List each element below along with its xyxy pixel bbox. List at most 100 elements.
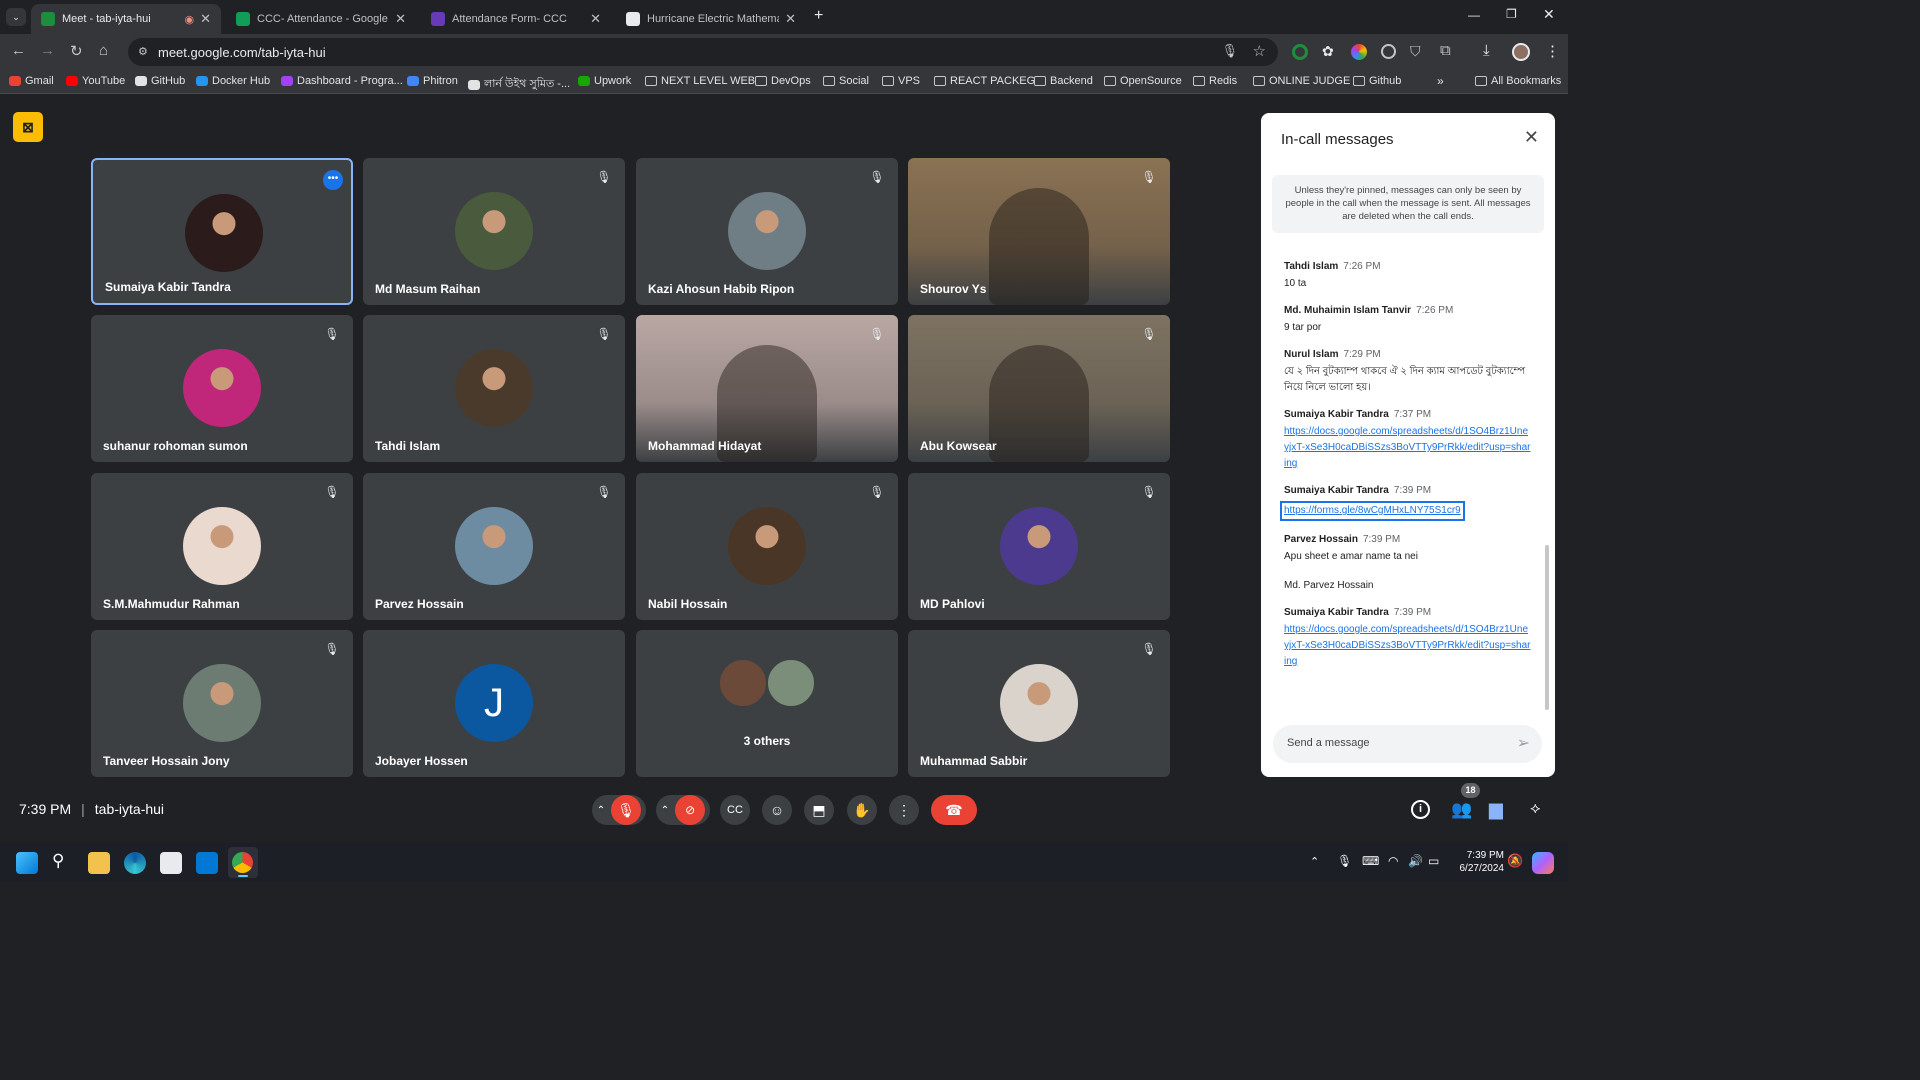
bookmark-4[interactable]: Dashboard - Progra... [281,75,403,87]
chrome-taskbar-item[interactable] [228,847,258,878]
close-panel-button[interactable]: ✕ [1524,127,1539,148]
keyboard-icon[interactable]: ⌨ [1362,854,1379,868]
tab-search-button[interactable]: ⌄ [6,8,26,26]
volume-icon[interactable]: 🔊 [1408,854,1423,868]
tab-0[interactable]: Meet - tab-iyta-hui ◉ ✕ [31,4,221,34]
extension-openai-icon[interactable]: ✿ [1322,43,1334,60]
start-windows-icon[interactable] [16,852,38,874]
send-icon[interactable]: ➢ [1517,733,1530,753]
new-tab-button[interactable]: + [814,7,823,25]
participant-tile[interactable]: 🎙 MD Pahlovi [908,473,1170,620]
participant-tile[interactable]: ••• Sumaiya Kabir Tandra [91,158,353,305]
participant-tile[interactable]: 🎙 Mohammad Hidayat [636,315,898,462]
participant-tile[interactable]: 🎙 S.M.Mahmudur Rahman [91,473,353,620]
bookmark-0[interactable]: Gmail [9,75,54,87]
close-tab-icon[interactable]: ✕ [785,11,796,27]
mic-icon[interactable]: 🎙 [1221,43,1238,59]
bookmark-13[interactable]: Backend [1034,75,1093,87]
bookmark-16[interactable]: ONLINE JUDGE [1253,75,1350,87]
more-options-button[interactable]: ⋮ [889,795,919,825]
edge-icon[interactable] [124,852,146,874]
leave-call-button[interactable]: ☎ [931,795,977,825]
tray-chevron-icon[interactable]: ⌃ [1310,855,1319,868]
messages-scrollbar[interactable] [1545,545,1549,710]
message-link[interactable]: https://docs.google.com/spreadsheets/d/1… [1284,424,1532,472]
participant-tile[interactable]: 🎙 Md Masum Raihan [363,158,625,305]
participant-tile[interactable]: J Jobayer Hossen [363,630,625,777]
bookmark-10[interactable]: Social [823,75,869,87]
store-icon[interactable] [160,852,182,874]
tray-mic-icon[interactable]: 🎙 [1337,854,1352,868]
close-window-button[interactable]: ✕ [1543,6,1555,23]
bookmark-17[interactable]: Github [1353,75,1401,87]
close-tab-icon[interactable]: ✕ [395,11,406,27]
participant-tile[interactable]: 🎙 Nabil Hossain [636,473,898,620]
back-icon[interactable]: ← [11,42,26,59]
participant-tile[interactable]: 🎙 Parvez Hossain [363,473,625,620]
more-bookmarks-chevron-icon[interactable]: » [1437,74,1444,88]
tab-1[interactable]: CCC- Attendance - Google Shee ✕ [226,4,416,34]
camera-options-button[interactable]: ⌃ ⊘ [656,795,710,825]
bookmark-star-icon[interactable]: ☆ [1253,42,1266,60]
bookmark-7[interactable]: Upwork [578,75,631,87]
address-bar[interactable]: ⚙ meet.google.com/tab-iyta-hui 🎙 ☆ [128,38,1278,66]
captions-off-icon[interactable]: ⊠ [13,112,43,142]
close-tab-icon[interactable]: ✕ [200,11,211,27]
battery-icon[interactable]: ▭ [1428,854,1439,868]
extension-vpn-icon[interactable]: ⛉ [1410,43,1421,60]
tab-2[interactable]: Attendance Form- CCC ✕ [421,4,611,34]
captions-button[interactable]: CC [720,795,750,825]
bookmark-12[interactable]: REACT PACKEG [934,75,1035,87]
message-input-box[interactable]: Send a message ➢ [1273,725,1542,763]
bookmark-9[interactable]: DevOps [755,75,811,87]
all-bookmarks-folder[interactable]: All Bookmarks [1475,75,1561,87]
forward-icon[interactable]: → [40,42,55,59]
home-icon[interactable]: ⌂ [99,42,108,59]
mic-options-button[interactable]: ⌃ 🎙 [592,795,646,825]
extension-grammarly-icon[interactable] [1292,44,1308,60]
more-options-icon[interactable]: ••• [323,170,343,190]
bookmark-5[interactable]: Phitron [407,75,458,87]
menu-dots-icon[interactable]: ⋮ [1545,42,1560,60]
download-icon[interactable]: ⤓ [1483,42,1490,59]
tab-3[interactable]: Hurricane Electric Mathematics ✕ [616,4,806,34]
participant-tile[interactable]: 🎙 Kazi Ahosun Habib Ripon [636,158,898,305]
bookmark-1[interactable]: YouTube [66,75,125,87]
extension-color-icon[interactable] [1351,44,1367,60]
bookmark-6[interactable]: লার্ন উইথ সুমিত -... [468,75,570,94]
bookmark-2[interactable]: GitHub [135,75,185,87]
participant-tile[interactable]: 🎙 Shourov Ys [908,158,1170,305]
bookmark-8[interactable]: NEXT LEVEL WEB [645,75,755,87]
search-icon[interactable]: ⚲ [52,851,64,871]
bookmark-14[interactable]: OpenSource [1104,75,1182,87]
present-button[interactable]: ⬒ [804,795,834,825]
participant-tile[interactable]: 🎙 suhanur rohoman sumon [91,315,353,462]
restore-button[interactable]: ❐ [1506,7,1517,21]
file-explorer-icon[interactable] [88,852,110,874]
chat-icon[interactable]: ▆ [1489,799,1503,820]
activities-icon[interactable]: ⟡ [1530,800,1541,818]
people-icon[interactable]: 👥 [1451,800,1472,820]
vscode-icon[interactable] [196,852,218,874]
close-tab-icon[interactable]: ✕ [590,11,601,27]
mic-off-icon[interactable]: 🎙 [611,795,642,825]
participant-tile[interactable]: 🎙 Tahdi Islam [363,315,625,462]
reload-icon[interactable]: ↻ [70,42,83,60]
extension-record-icon[interactable] [1381,44,1396,59]
raise-hand-button[interactable]: ✋ [847,795,877,825]
message-link[interactable]: https://forms.gle/8wCgMHxLNY75S1cr9 [1280,501,1465,521]
bookmark-15[interactable]: Redis [1193,75,1237,87]
camera-off-icon[interactable]: ⊘ [675,795,706,825]
notifications-icon[interactable]: 🔕 [1507,853,1523,869]
site-info-icon[interactable]: ⚙ [138,45,148,58]
extensions-puzzle-icon[interactable]: ⧉ [1440,42,1451,59]
bookmark-11[interactable]: VPS [882,75,920,87]
participant-tile[interactable]: 🎙 Abu Kowsear [908,315,1170,462]
wifi-icon[interactable]: ◠ [1388,854,1398,868]
minimize-button[interactable]: — [1468,8,1480,22]
copilot-icon[interactable] [1532,852,1554,874]
meeting-info-icon[interactable]: i [1411,800,1430,819]
message-link[interactable]: https://docs.google.com/spreadsheets/d/1… [1284,622,1532,670]
participant-tile[interactable]: 🎙 Muhammad Sabbir [908,630,1170,777]
taskbar-clock[interactable]: 7:39 PM 6/27/2024 [1448,849,1505,875]
